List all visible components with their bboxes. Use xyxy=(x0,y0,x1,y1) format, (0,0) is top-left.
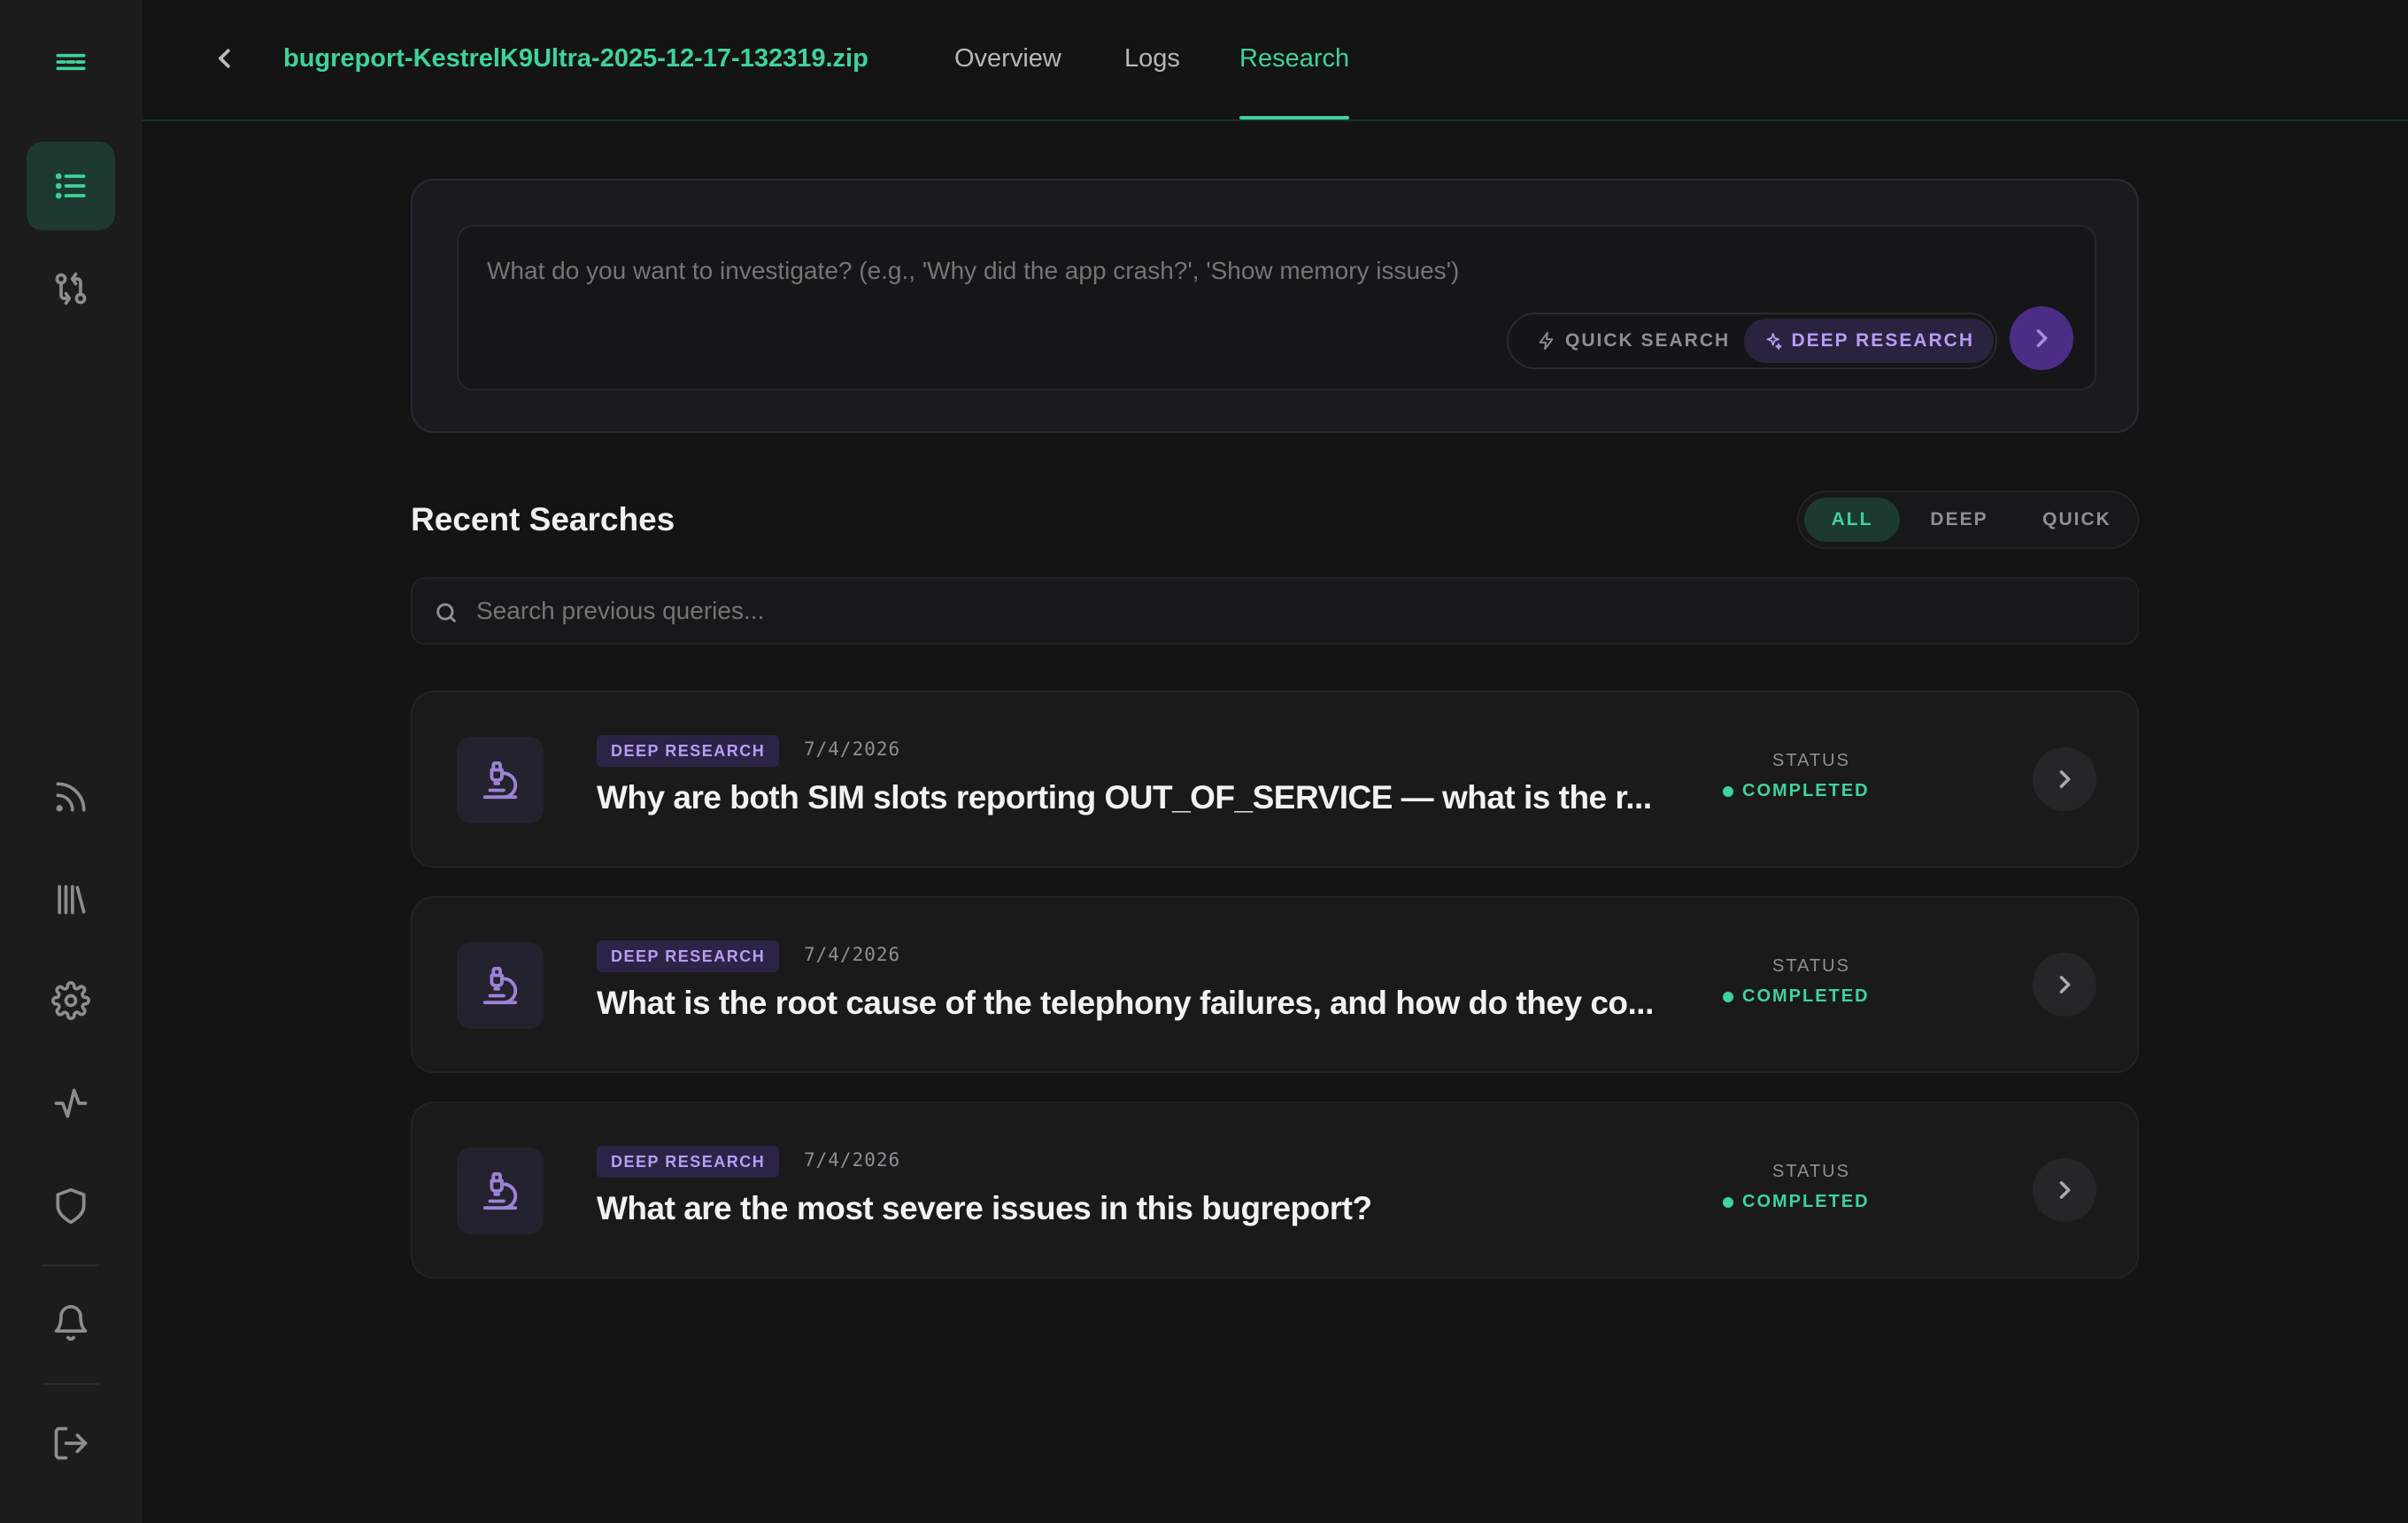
open-result-button[interactable] xyxy=(2033,953,2096,1017)
filter-deep[interactable]: DEEP xyxy=(1907,498,2011,542)
status-text: COMPLETED xyxy=(1742,1192,1870,1211)
search-icon xyxy=(436,603,456,622)
deep-research-button[interactable]: DEEP RESEARCH xyxy=(1744,319,1994,363)
status-text: COMPLETED xyxy=(1742,986,1870,1006)
quick-search-button[interactable]: QUICK SEARCH xyxy=(1517,319,1749,363)
status-badge: COMPLETED xyxy=(1723,1192,1870,1212)
history-filter: ALL DEEP QUICK xyxy=(1797,491,2139,549)
result-card[interactable]: DEEP RESEARCH 7/4/2026 What are the most… xyxy=(411,1102,2139,1279)
back-button[interactable] xyxy=(209,43,241,74)
result-title: Why are both SIM slots reporting OUT_OF_… xyxy=(597,779,1652,816)
library-icon[interactable] xyxy=(27,855,115,944)
history-search-input[interactable] xyxy=(476,597,2105,625)
result-title: What are the most severe issues in this … xyxy=(597,1190,1372,1226)
submit-query-button[interactable] xyxy=(2010,306,2073,370)
microscope-icon xyxy=(457,1148,544,1234)
result-card[interactable]: DEEP RESEARCH 7/4/2026 Why are both SIM … xyxy=(411,691,2139,868)
gear-icon[interactable] xyxy=(27,956,115,1045)
bell-icon[interactable] xyxy=(27,1279,115,1367)
result-card[interactable]: DEEP RESEARCH 7/4/2026 What is the root … xyxy=(411,896,2139,1073)
result-date: 7/4/2026 xyxy=(804,1149,901,1171)
history-search xyxy=(411,577,2139,645)
microscope-icon xyxy=(457,737,544,823)
type-badge: DEEP RESEARCH xyxy=(597,940,780,972)
chevron-right-icon xyxy=(2036,329,2048,347)
tab-research[interactable]: Research xyxy=(1239,44,1349,73)
sparkle-icon xyxy=(1766,333,1782,350)
status-text: COMPLETED xyxy=(1742,781,1870,800)
sidebar-divider xyxy=(42,1383,99,1385)
result-date: 7/4/2026 xyxy=(804,944,901,965)
status-dot xyxy=(1723,785,1733,797)
logout-icon[interactable] xyxy=(27,1399,115,1488)
chevron-right-icon xyxy=(2059,976,2071,993)
recent-searches-title: Recent Searches xyxy=(411,501,675,537)
tab-logs[interactable]: Logs xyxy=(1124,44,1180,73)
active-tab-indicator xyxy=(1239,116,1349,120)
chevron-right-icon xyxy=(2059,1181,2071,1199)
top-bar: bugreport-KestrelK9Ultra-2025-12-17-1323… xyxy=(142,0,2408,121)
lightning-icon xyxy=(1539,331,1554,351)
status-dot xyxy=(1723,991,1733,1002)
git-compare-icon[interactable] xyxy=(27,244,115,333)
menu-logo-icon[interactable] xyxy=(27,18,115,106)
result-title: What is the root cause of the telephony … xyxy=(597,985,1654,1021)
open-result-button[interactable] xyxy=(2033,1158,2096,1222)
query-box: QUICK SEARCH DEEP RESEARCH xyxy=(457,225,2096,390)
chevron-right-icon xyxy=(2059,770,2071,788)
query-input[interactable] xyxy=(487,257,2063,285)
result-date: 7/4/2026 xyxy=(804,738,901,760)
activity-icon[interactable] xyxy=(27,1059,115,1148)
tab-overview[interactable]: Overview xyxy=(954,44,1061,73)
deep-research-label: DEEP RESEARCH xyxy=(1791,330,1974,351)
sidebar xyxy=(0,0,142,1523)
shield-icon[interactable] xyxy=(27,1162,115,1250)
filter-all[interactable]: ALL xyxy=(1804,498,1900,542)
search-mode-toggle: QUICK SEARCH DEEP RESEARCH xyxy=(1507,313,1997,369)
type-badge: DEEP RESEARCH xyxy=(597,735,780,767)
status-badge: COMPLETED xyxy=(1723,986,1870,1007)
status-label: STATUS xyxy=(1772,1162,1850,1181)
list-icon[interactable] xyxy=(27,142,115,230)
file-title: bugreport-KestrelK9Ultra-2025-12-17-1323… xyxy=(283,44,868,73)
status-label: STATUS xyxy=(1772,751,1850,770)
type-badge: DEEP RESEARCH xyxy=(597,1146,780,1178)
status-label: STATUS xyxy=(1772,956,1850,976)
status-badge: COMPLETED xyxy=(1723,781,1870,801)
chevron-left-icon xyxy=(219,49,230,68)
quick-search-label: QUICK SEARCH xyxy=(1565,330,1731,351)
query-panel: QUICK SEARCH DEEP RESEARCH xyxy=(411,179,2139,433)
filter-quick[interactable]: QUICK xyxy=(2020,498,2134,542)
status-dot xyxy=(1723,1196,1733,1208)
sidebar-divider xyxy=(42,1264,99,1266)
open-result-button[interactable] xyxy=(2033,747,2096,811)
rss-icon[interactable] xyxy=(27,753,115,841)
microscope-icon xyxy=(457,942,544,1029)
